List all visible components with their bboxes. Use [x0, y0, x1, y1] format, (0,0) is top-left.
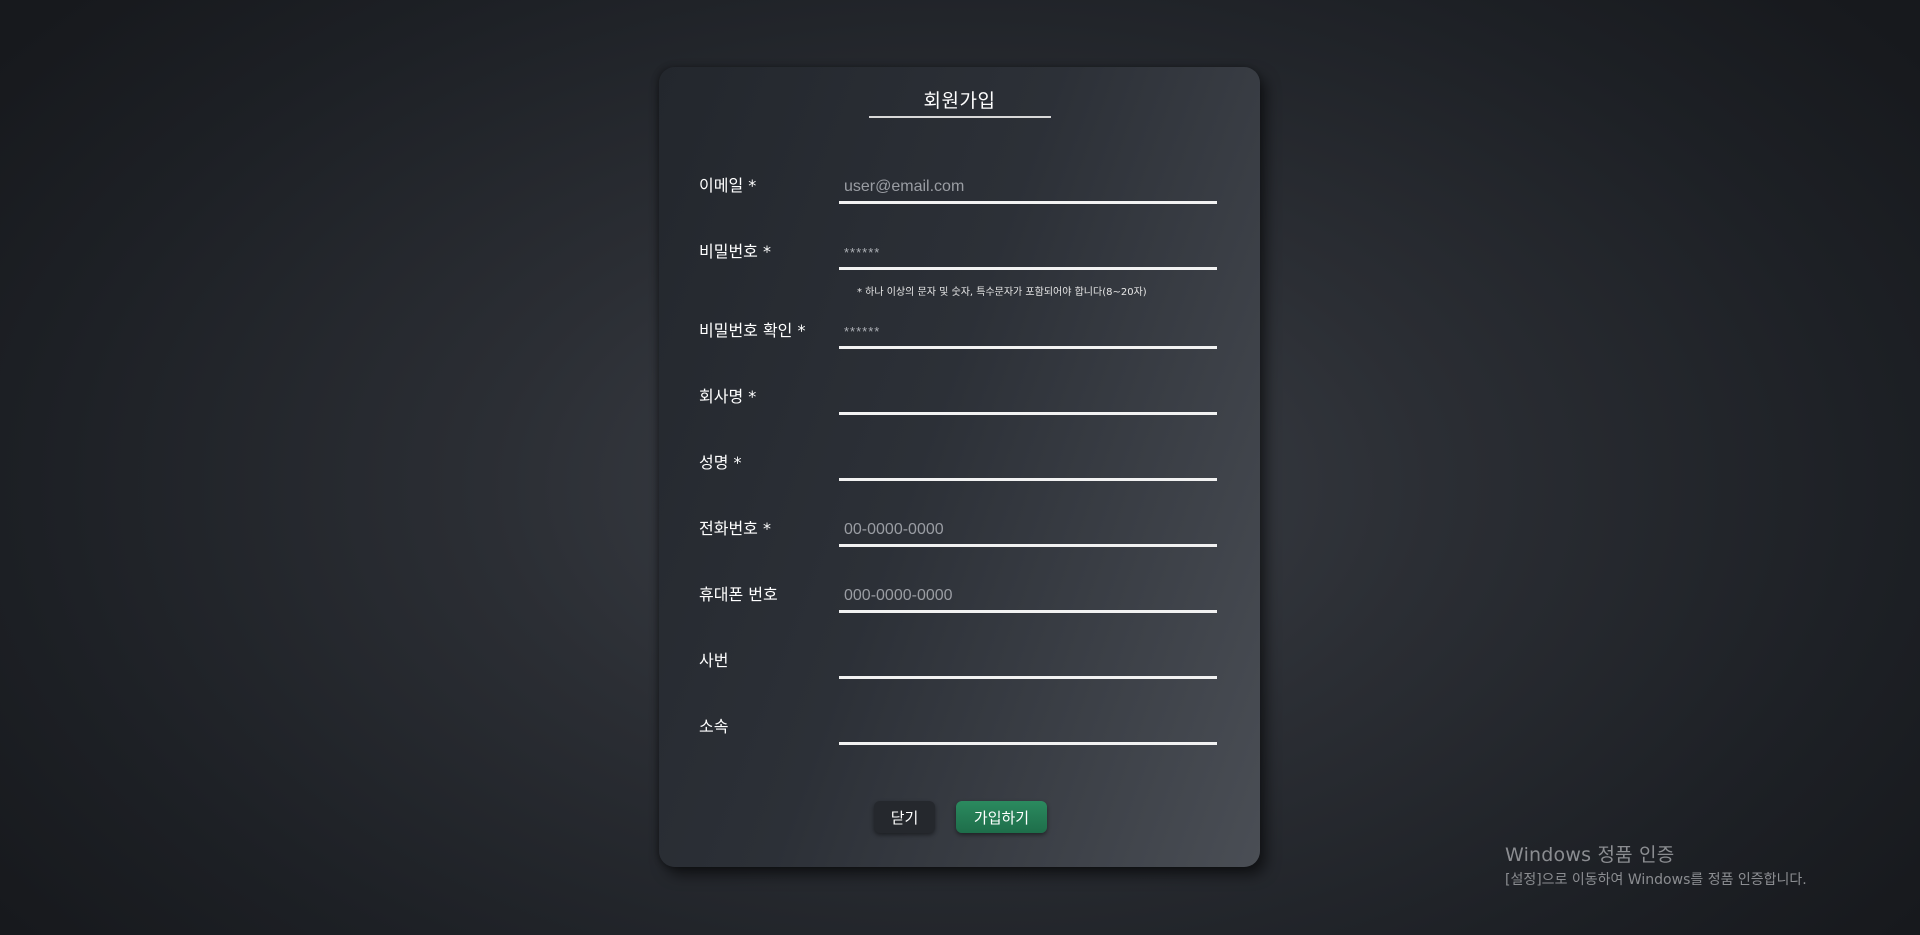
- password-confirm-label: 비밀번호 확인 *: [699, 321, 806, 340]
- signup-form-card: 회원가입 이메일 * 비밀번호 * * 하나 이상의 문자 및 숫자, 특수문자…: [659, 67, 1260, 867]
- password-input[interactable]: [839, 238, 1217, 270]
- mobile-input[interactable]: [839, 581, 1217, 613]
- department-input[interactable]: [839, 713, 1217, 745]
- watermark-title: Windows 정품 인증: [1505, 844, 1675, 866]
- mobile-label: 휴대폰 번호: [699, 585, 778, 604]
- email-label: 이메일 *: [699, 176, 757, 195]
- watermark-subtitle: [설정]으로 이동하여 Windows를 정품 인증합니다.: [1505, 872, 1807, 888]
- email-input[interactable]: [839, 172, 1217, 204]
- company-label: 회사명 *: [699, 387, 757, 406]
- close-button[interactable]: 닫기: [874, 801, 935, 833]
- password-label: 비밀번호 *: [699, 242, 771, 261]
- password-confirm-input[interactable]: [839, 317, 1217, 349]
- name-label: 성명 *: [699, 453, 742, 472]
- title-underline: [869, 116, 1051, 118]
- password-hint: * 하나 이상의 문자 및 숫자, 특수문자가 포함되어야 합니다(8~20자): [857, 287, 1147, 298]
- department-label: 소속: [699, 717, 729, 736]
- form-title: 회원가입: [923, 90, 996, 112]
- signup-button[interactable]: 가입하기: [956, 801, 1047, 833]
- windows-activation-watermark: Windows 정품 인증 [설정]으로 이동하여 Windows를 정품 인증…: [1505, 840, 1807, 889]
- company-input[interactable]: [839, 383, 1217, 415]
- name-input[interactable]: [839, 449, 1217, 481]
- employee-number-label: 사번: [699, 651, 729, 670]
- phone-input[interactable]: [839, 515, 1217, 547]
- phone-label: 전화번호 *: [699, 519, 771, 538]
- employee-number-input[interactable]: [839, 647, 1217, 679]
